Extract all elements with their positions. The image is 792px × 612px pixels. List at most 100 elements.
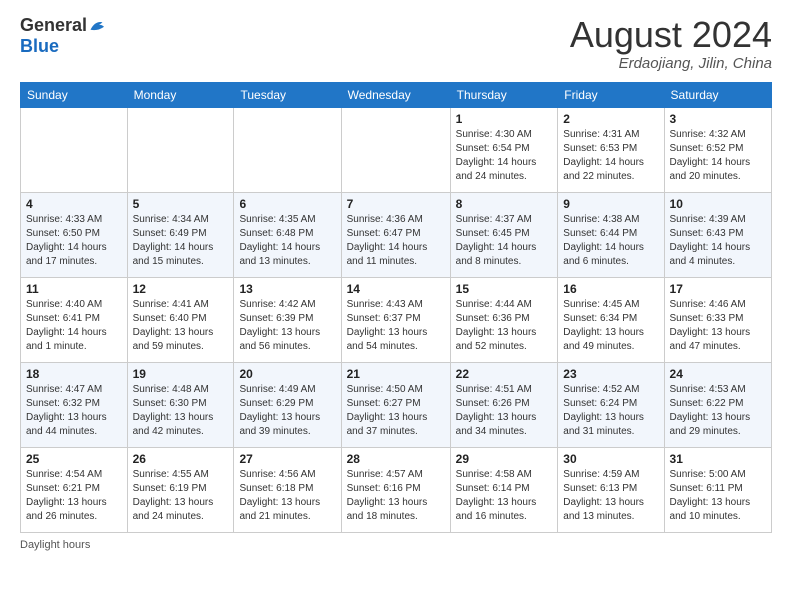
calendar-week-5: 25 Sunrise: 4:54 AM Sunset: 6:21 PM Dayli… — [21, 447, 772, 532]
calendar-cell-w2-d4: 7 Sunrise: 4:36 AM Sunset: 6:47 PM Daylig… — [341, 192, 450, 277]
calendar-cell-w4-d4: 21Sunrise: 4:50 AM Sunset: 6:27 PM Dayli… — [341, 362, 450, 447]
day-info: Sunrise: 4:58 AM Sunset: 6:14 PM Dayligh… — [456, 468, 553, 524]
day-info: Sunrise: 4:46 AM Sunset: 6:33 PM Dayligh… — [670, 298, 766, 354]
calendar-cell-w3-d4: 14Sunrise: 4:43 AM Sunset: 6:37 PM Dayli… — [341, 277, 450, 362]
calendar-cell-w1-d4 — [341, 107, 450, 192]
calendar-cell-w4-d3: 20 Sunrise: 4:49 AM Sunset: 6:29 PM Dayli… — [234, 362, 341, 447]
col-friday: Friday — [558, 82, 664, 107]
calendar-week-3: 11Sunrise: 4:40 AM Sunset: 6:41 PM Dayli… — [21, 277, 772, 362]
calendar-cell-w4-d7: 24Sunrise: 4:53 AM Sunset: 6:22 PM Dayli… — [664, 362, 771, 447]
calendar-cell-w4-d6: 23 Sunrise: 4:52 AM Sunset: 6:24 PM Dayli… — [558, 362, 664, 447]
day-info: Sunrise: 4:59 AM Sunset: 6:13 PM Dayligh… — [563, 468, 658, 524]
day-number: 25 — [26, 452, 122, 466]
location: Erdaojiang, Jilin, China — [570, 55, 772, 72]
day-number: 2 — [563, 112, 658, 126]
calendar-cell-w4-d2: 19 Sunrise: 4:48 AM Sunset: 6:30 PM Dayli… — [127, 362, 234, 447]
day-info: Sunrise: 4:57 AM Sunset: 6:16 PM Dayligh… — [347, 468, 445, 524]
calendar-cell-w1-d2 — [127, 107, 234, 192]
day-number: 18 — [26, 367, 122, 381]
col-tuesday: Tuesday — [234, 82, 341, 107]
col-monday: Monday — [127, 82, 234, 107]
day-info: Sunrise: 4:41 AM Sunset: 6:40 PM Dayligh… — [133, 298, 229, 354]
calendar-table: Sunday Monday Tuesday Wednesday Thursday… — [20, 82, 772, 533]
day-info: Sunrise: 4:40 AM Sunset: 6:41 PM Dayligh… — [26, 298, 122, 354]
footer: Daylight hours — [20, 539, 772, 551]
day-info: Sunrise: 4:52 AM Sunset: 6:24 PM Dayligh… — [563, 383, 658, 439]
day-info: Sunrise: 4:34 AM Sunset: 6:49 PM Dayligh… — [133, 213, 229, 269]
day-info: Sunrise: 4:45 AM Sunset: 6:34 PM Dayligh… — [563, 298, 658, 354]
calendar-cell-w1-d5: 1Sunrise: 4:30 AM Sunset: 6:54 PM Daylig… — [450, 107, 558, 192]
calendar-cell-w1-d7: 3Sunrise: 4:32 AM Sunset: 6:52 PM Daylig… — [664, 107, 771, 192]
day-number: 29 — [456, 452, 553, 466]
day-info: Sunrise: 4:56 AM Sunset: 6:18 PM Dayligh… — [239, 468, 335, 524]
logo: General Blue — [20, 15, 107, 57]
day-info: Sunrise: 4:36 AM Sunset: 6:47 PM Dayligh… — [347, 213, 445, 269]
logo-bird-icon — [89, 17, 107, 35]
day-number: 27 — [239, 452, 335, 466]
day-number: 28 — [347, 452, 445, 466]
day-info: Sunrise: 4:54 AM Sunset: 6:21 PM Dayligh… — [26, 468, 122, 524]
col-thursday: Thursday — [450, 82, 558, 107]
calendar-week-2: 4 Sunrise: 4:33 AM Sunset: 6:50 PM Daylig… — [21, 192, 772, 277]
calendar-header-row: Sunday Monday Tuesday Wednesday Thursday… — [21, 82, 772, 107]
logo-general-text: General — [20, 15, 87, 36]
day-number: 22 — [456, 367, 553, 381]
month-title: August 2024 — [570, 15, 772, 55]
calendar-cell-w2-d6: 9Sunrise: 4:38 AM Sunset: 6:44 PM Daylig… — [558, 192, 664, 277]
day-info: Sunrise: 4:37 AM Sunset: 6:45 PM Dayligh… — [456, 213, 553, 269]
calendar-cell-w1-d1 — [21, 107, 128, 192]
calendar-cell-w2-d3: 6Sunrise: 4:35 AM Sunset: 6:48 PM Daylig… — [234, 192, 341, 277]
day-number: 17 — [670, 282, 766, 296]
day-number: 21 — [347, 367, 445, 381]
day-info: Sunrise: 4:42 AM Sunset: 6:39 PM Dayligh… — [239, 298, 335, 354]
calendar-cell-w5-d6: 30 Sunrise: 4:59 AM Sunset: 6:13 PM Dayli… — [558, 447, 664, 532]
page: General Blue August 2024 Erdaojiang, Jil… — [0, 0, 792, 612]
calendar-cell-w3-d3: 13Sunrise: 4:42 AM Sunset: 6:39 PM Dayli… — [234, 277, 341, 362]
day-number: 6 — [239, 197, 335, 211]
col-saturday: Saturday — [664, 82, 771, 107]
day-number: 20 — [239, 367, 335, 381]
day-number: 7 — [347, 197, 445, 211]
day-number: 1 — [456, 112, 553, 126]
calendar-week-1: 1Sunrise: 4:30 AM Sunset: 6:54 PM Daylig… — [21, 107, 772, 192]
day-info: Sunrise: 4:48 AM Sunset: 6:30 PM Dayligh… — [133, 383, 229, 439]
day-info: Sunrise: 4:53 AM Sunset: 6:22 PM Dayligh… — [670, 383, 766, 439]
col-sunday: Sunday — [21, 82, 128, 107]
day-number: 15 — [456, 282, 553, 296]
day-number: 23 — [563, 367, 658, 381]
day-number: 30 — [563, 452, 658, 466]
header: General Blue August 2024 Erdaojiang, Jil… — [20, 15, 772, 72]
logo-blue-text: Blue — [20, 36, 59, 57]
calendar-cell-w5-d1: 25 Sunrise: 4:54 AM Sunset: 6:21 PM Dayli… — [21, 447, 128, 532]
day-number: 14 — [347, 282, 445, 296]
calendar-cell-w2-d5: 8 Sunrise: 4:37 AM Sunset: 6:45 PM Daylig… — [450, 192, 558, 277]
calendar-cell-w1-d3 — [234, 107, 341, 192]
day-number: 26 — [133, 452, 229, 466]
calendar-cell-w3-d2: 12 Sunrise: 4:41 AM Sunset: 6:40 PM Dayli… — [127, 277, 234, 362]
day-number: 19 — [133, 367, 229, 381]
day-number: 8 — [456, 197, 553, 211]
calendar-cell-w2-d2: 5Sunrise: 4:34 AM Sunset: 6:49 PM Daylig… — [127, 192, 234, 277]
calendar-cell-w5-d7: 31Sunrise: 5:00 AM Sunset: 6:11 PM Dayli… — [664, 447, 771, 532]
calendar-cell-w3-d1: 11Sunrise: 4:40 AM Sunset: 6:41 PM Dayli… — [21, 277, 128, 362]
title-section: August 2024 Erdaojiang, Jilin, China — [570, 15, 772, 72]
day-number: 4 — [26, 197, 122, 211]
calendar-cell-w5-d2: 26Sunrise: 4:55 AM Sunset: 6:19 PM Dayli… — [127, 447, 234, 532]
day-info: Sunrise: 4:33 AM Sunset: 6:50 PM Dayligh… — [26, 213, 122, 269]
col-wednesday: Wednesday — [341, 82, 450, 107]
calendar-cell-w4-d1: 18Sunrise: 4:47 AM Sunset: 6:32 PM Dayli… — [21, 362, 128, 447]
calendar-cell-w3-d5: 15 Sunrise: 4:44 AM Sunset: 6:36 PM Dayli… — [450, 277, 558, 362]
calendar-cell-w1-d6: 2 Sunrise: 4:31 AM Sunset: 6:53 PM Daylig… — [558, 107, 664, 192]
calendar-cell-w5-d3: 27 Sunrise: 4:56 AM Sunset: 6:18 PM Dayli… — [234, 447, 341, 532]
day-info: Sunrise: 4:51 AM Sunset: 6:26 PM Dayligh… — [456, 383, 553, 439]
calendar-week-4: 18Sunrise: 4:47 AM Sunset: 6:32 PM Dayli… — [21, 362, 772, 447]
day-info: Sunrise: 4:49 AM Sunset: 6:29 PM Dayligh… — [239, 383, 335, 439]
calendar-cell-w3-d7: 17 Sunrise: 4:46 AM Sunset: 6:33 PM Dayli… — [664, 277, 771, 362]
day-info: Sunrise: 5:00 AM Sunset: 6:11 PM Dayligh… — [670, 468, 766, 524]
day-info: Sunrise: 4:31 AM Sunset: 6:53 PM Dayligh… — [563, 128, 658, 184]
calendar-cell-w2-d1: 4 Sunrise: 4:33 AM Sunset: 6:50 PM Daylig… — [21, 192, 128, 277]
day-number: 3 — [670, 112, 766, 126]
day-info: Sunrise: 4:44 AM Sunset: 6:36 PM Dayligh… — [456, 298, 553, 354]
day-number: 12 — [133, 282, 229, 296]
calendar-cell-w3-d6: 16Sunrise: 4:45 AM Sunset: 6:34 PM Dayli… — [558, 277, 664, 362]
